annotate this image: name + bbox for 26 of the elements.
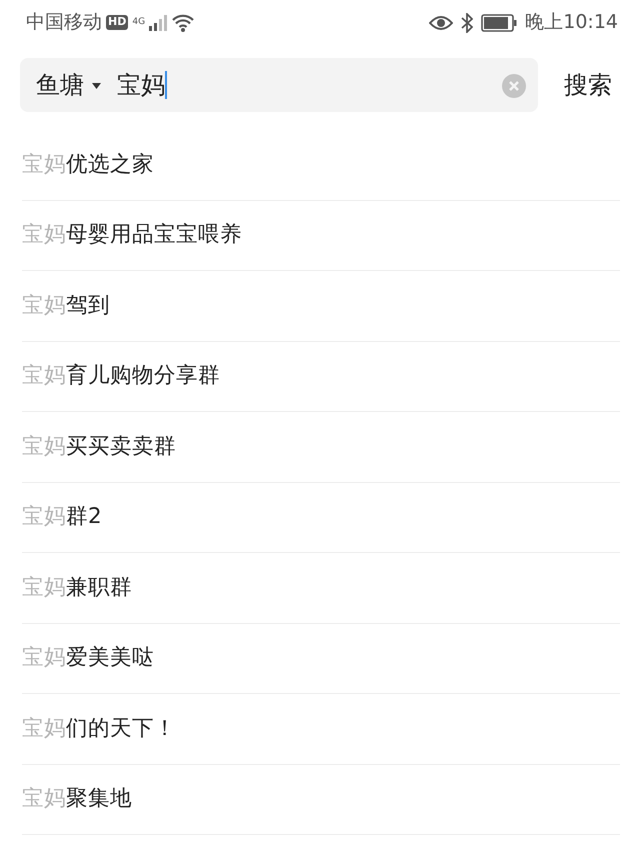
signal-icon	[149, 15, 168, 32]
bluetooth-icon	[461, 13, 474, 34]
wifi-icon	[171, 13, 196, 34]
suggestion-item[interactable]: 宝妈驾到	[22, 290, 110, 322]
text-cursor	[165, 71, 166, 99]
caret-icon	[92, 83, 101, 90]
scope-dropdown[interactable]: 鱼塘	[36, 67, 101, 103]
suggestion-item[interactable]: 宝妈优选之家	[22, 148, 154, 181]
suggestion-item[interactable]: 宝妈买买卖卖群	[22, 430, 176, 463]
search-query: 宝妈	[117, 70, 165, 101]
carrier-name: 中国移动	[26, 10, 102, 36]
hd-badge: HD	[106, 15, 128, 30]
search-button[interactable]: 搜索	[538, 58, 638, 112]
clock-time: 晚上10:14	[525, 10, 618, 36]
network-type: 4G	[132, 18, 146, 28]
suggestion-item[interactable]: 宝妈群2	[22, 501, 102, 534]
suggestion-item[interactable]: 宝妈育儿购物分享群	[22, 360, 220, 392]
eye-icon	[429, 15, 454, 32]
suggestion-item[interactable]: 宝妈兼职群	[22, 572, 132, 604]
suggestion-item[interactable]: 宝妈母婴用品宝宝喂养	[22, 219, 242, 252]
suggestion-item[interactable]: 宝妈爱美美哒	[22, 642, 154, 674]
clear-icon[interactable]	[502, 74, 526, 98]
suggestion-item[interactable]: 宝妈聚集地	[22, 783, 132, 816]
battery-icon	[481, 14, 518, 32]
suggestion-item[interactable]: 宝妈们的天下！	[22, 712, 176, 745]
search-field[interactable]: 鱼塘 宝妈	[20, 58, 538, 112]
